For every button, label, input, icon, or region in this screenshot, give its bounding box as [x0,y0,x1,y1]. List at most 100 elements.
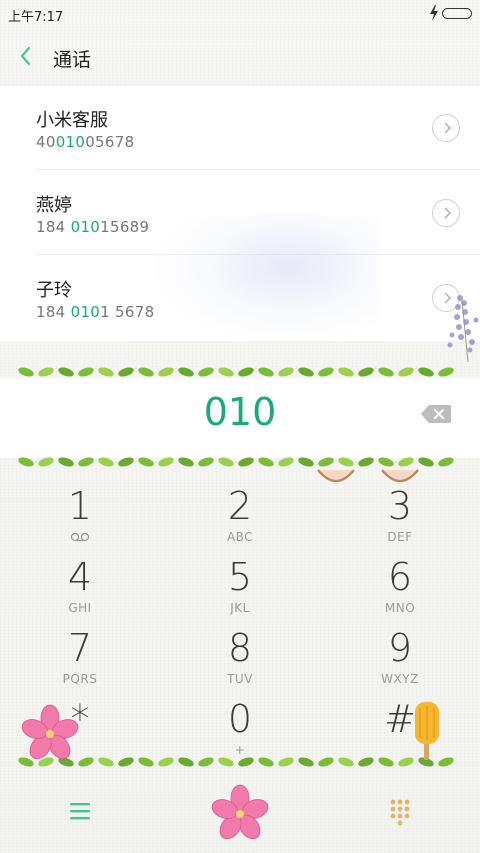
bottom-action-bar [0,770,480,853]
header: 通话 [0,28,480,86]
leaf [438,457,454,467]
leaf [258,367,274,377]
leaf [178,367,194,377]
leaf [378,457,394,467]
battery-icon [442,8,472,19]
divider [36,169,480,170]
leaf [258,757,274,767]
leaf [138,757,154,767]
chevron-right-icon [444,122,451,134]
key-8[interactable]: 8 TUV [170,620,310,690]
match-highlight: 010 [70,218,101,236]
leaf [38,757,54,767]
list-item[interactable]: 小米客服 4001005678 [0,86,480,170]
leaf [338,757,354,767]
key-4[interactable]: 4 GHI [10,549,150,619]
search-results-list: 小米客服 4001005678 燕婷 184 01015689 子玲 184 0… [0,86,480,341]
key-3[interactable]: 3 DEF [330,478,470,548]
leaf [58,757,74,767]
leaf [238,367,254,377]
leaf [218,757,234,767]
leaf [178,757,194,767]
back-icon[interactable] [16,44,36,68]
leaf [258,457,274,467]
leaf [98,367,114,377]
leaf [438,367,454,377]
backspace-icon[interactable] [420,404,452,424]
key-9[interactable]: 9 WXYZ [330,620,470,690]
dial-keypad: 1 2 ABC 3 DEF 4 GHI 5 JKL 6 MNO 7 PQRS 8… [0,470,480,760]
chevron-right-icon [444,207,451,219]
leaf [358,757,374,767]
leaf [198,757,214,767]
leaf [138,367,154,377]
leaf [138,457,154,467]
leaf [418,457,434,467]
divider [36,254,480,255]
list-item[interactable]: 燕婷 184 01015689 [0,171,480,255]
leaf [358,367,374,377]
leaf [298,367,314,377]
match-highlight: 010 [70,303,101,321]
leaf [238,757,254,767]
leaf [18,367,34,377]
voicemail-icon [70,532,90,542]
key-7[interactable]: 7 PQRS [10,620,150,690]
leaf [298,457,314,467]
leaf [398,367,414,377]
leaf [218,457,234,467]
contact-number: 184 0101 5678 [36,303,155,321]
key-0[interactable]: 0 + [170,691,310,761]
key-5[interactable]: 5 JKL [170,549,310,619]
leaf [198,367,214,377]
dialed-number-display[interactable]: 010 [0,390,480,434]
contact-detail-button[interactable] [432,199,460,227]
key-hash[interactable]: # [330,691,470,761]
leaf [118,757,134,767]
leaf [218,367,234,377]
contact-name: 子玲 [36,280,72,301]
call-button[interactable] [210,784,270,844]
leaf [118,457,134,467]
charging-icon [430,5,438,21]
leaf [338,367,354,377]
leaf [418,367,434,377]
leaf [158,457,174,467]
leaf [318,457,334,467]
leaf [398,457,414,467]
leaf [38,457,54,467]
key-1[interactable]: 1 [10,478,150,548]
status-time: 上午7:17 [8,10,64,25]
list-item[interactable]: 子玲 184 0101 5678 [0,256,480,340]
leaf [78,757,94,767]
dial-input-area: 010 [0,378,480,458]
menu-icon[interactable] [68,800,92,822]
leaf [278,457,294,467]
leaf [158,757,174,767]
contact-number: 4001005678 [36,133,135,151]
status-bar: 上午7:17 [0,0,480,28]
leaf [338,457,354,467]
contact-name: 小米客服 [36,110,108,131]
contact-detail-button[interactable] [432,114,460,142]
match-highlight: 010 [55,133,86,151]
leaf [438,757,454,767]
leaf [278,367,294,377]
key-6[interactable]: 6 MNO [330,549,470,619]
leaf [378,757,394,767]
dialpad-icon[interactable] [388,798,412,826]
leaf [58,367,74,377]
contact-number: 184 01015689 [36,218,150,236]
leaf [298,757,314,767]
leaf [278,757,294,767]
key-star[interactable]: * [10,691,150,761]
leaf [418,757,434,767]
leaf [118,367,134,377]
leaf [398,757,414,767]
leaf [198,457,214,467]
key-2[interactable]: 2 ABC [170,478,310,548]
lavender-decoration [447,295,479,362]
leaf [158,367,174,377]
leaf [358,457,374,467]
leaf-vine-decoration [18,367,454,377]
